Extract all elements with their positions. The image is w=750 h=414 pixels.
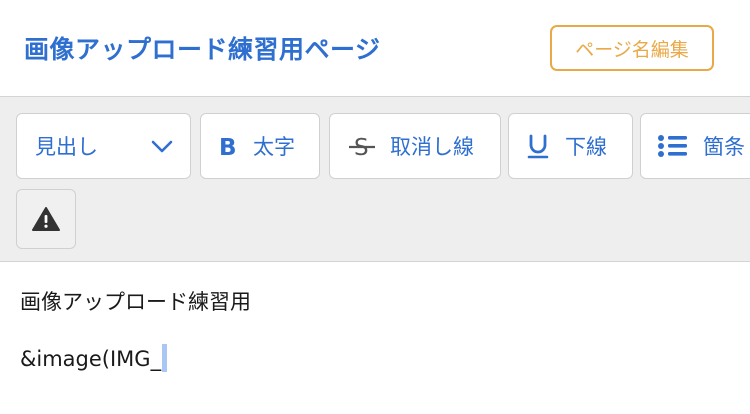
chevron-down-icon: [150, 136, 174, 156]
editor-toolbar: 見出し B 太字 S 取消し線 下線 箇条: [0, 96, 750, 262]
list-icon: [657, 133, 689, 159]
page-header: 画像アップロード練習用ページ ページ名編集: [0, 0, 750, 96]
bold-icon: B: [217, 134, 239, 158]
svg-text:B: B: [219, 135, 237, 158]
underline-button[interactable]: 下線: [508, 113, 633, 179]
warning-icon: [31, 206, 61, 232]
heading-select[interactable]: 見出し: [16, 113, 191, 179]
list-button-label: 箇条: [703, 135, 745, 159]
warning-button[interactable]: [16, 189, 76, 249]
page: 画像アップロード練習用ページ ページ名編集 見出し B 太字 S 取消し線 下線…: [0, 0, 750, 414]
text-editor[interactable]: 画像アップロード練習用 &image(IMG_: [0, 262, 750, 414]
editor-line-text: 画像アップロード練習用: [20, 290, 251, 314]
strikethrough-button[interactable]: S 取消し線: [329, 113, 501, 179]
strikethrough-button-label: 取消し線: [390, 135, 474, 159]
list-button[interactable]: 箇条: [640, 113, 750, 179]
editor-line-text: &image(IMG_: [20, 347, 162, 371]
editor-line: &image(IMG_: [20, 344, 168, 372]
underline-button-label: 下線: [565, 135, 607, 159]
strikethrough-icon: S: [348, 132, 376, 160]
bold-button-label: 太字: [253, 135, 295, 159]
bold-button[interactable]: B 太字: [200, 113, 320, 179]
underline-icon: [525, 132, 551, 160]
heading-select-label: 見出し: [35, 135, 98, 159]
editor-line: 画像アップロード練習用: [20, 286, 251, 316]
page-title: 画像アップロード練習用ページ: [24, 35, 381, 64]
text-cursor: [162, 344, 168, 372]
edit-page-name-button[interactable]: ページ名編集: [550, 25, 714, 71]
